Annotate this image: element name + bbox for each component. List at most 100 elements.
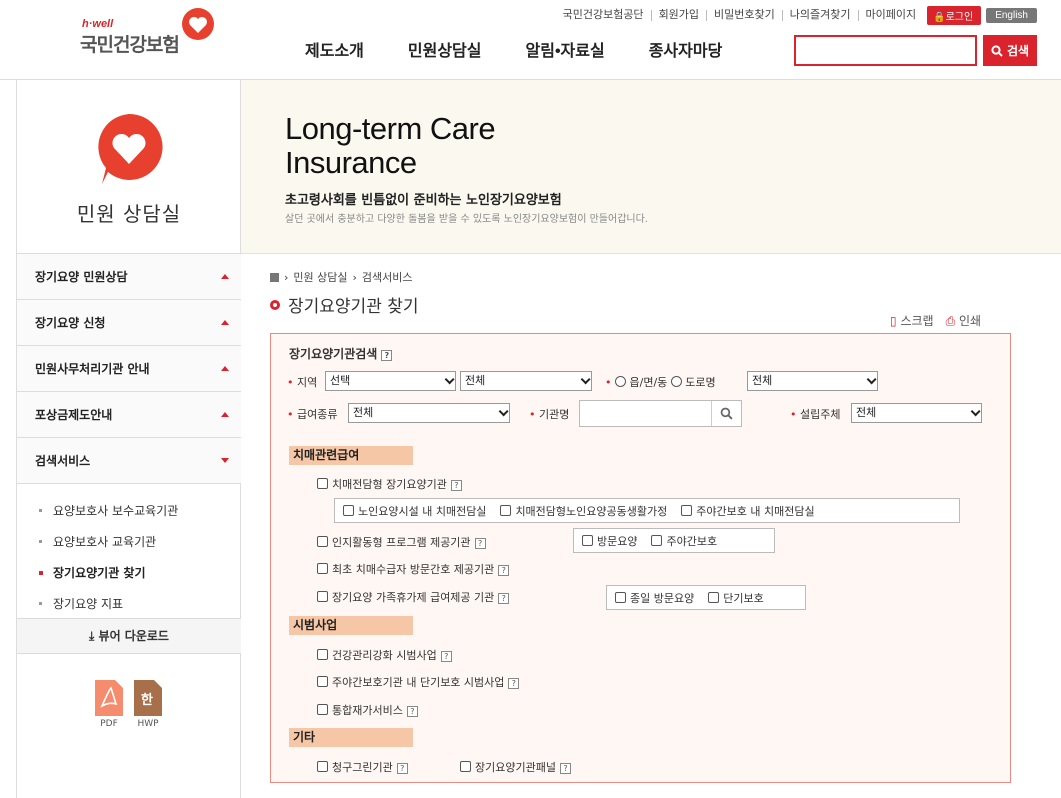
caret-up-icon (221, 412, 229, 417)
sidebar-item-reward[interactable]: 포상금제도안내 (17, 392, 241, 438)
checkbox[interactable] (343, 504, 354, 516)
sidebar-sub-caregiver-training[interactable]: 요양보호사 보수교육기관 (17, 502, 241, 519)
select-value: 전체 (856, 406, 877, 419)
check-short-pilot[interactable]: 주야간보호기관 내 단기보호 시범사업? (317, 674, 520, 690)
select-value: 전체 (353, 406, 374, 419)
help-icon[interactable]: ? (396, 763, 408, 774)
check-green[interactable]: 청구그린기관? (317, 759, 408, 775)
check-label: 종일 방문요양 (630, 591, 695, 605)
help-icon[interactable]: ? (406, 706, 418, 717)
help-icon[interactable]: ? (474, 538, 486, 549)
sidebar-item-ltc-apply[interactable]: 장기요양 신청 (17, 300, 241, 346)
breadcrumb: › 민원 상담실 › 검색서비스 (270, 269, 413, 285)
help-icon[interactable]: ? (450, 480, 462, 491)
help-icon[interactable]: ? (498, 565, 510, 576)
check-integrated[interactable]: 통합재가서비스? (317, 702, 418, 718)
checkbox[interactable] (582, 534, 593, 546)
pdf-viewer-link[interactable]: PDF (94, 680, 124, 729)
checkbox[interactable] (317, 591, 328, 602)
checkbox[interactable] (317, 649, 328, 660)
check-first-nursing[interactable]: 최초 치매수급자 방문간호 제공기관? (317, 561, 510, 577)
checkbox[interactable] (651, 534, 663, 546)
sidebar-sub-ltc-index[interactable]: 장기요양 지표 (17, 595, 241, 612)
check-short-term[interactable]: 단기보호 (708, 590, 764, 606)
pdf-icon (95, 680, 123, 716)
help-icon[interactable]: ? (440, 651, 452, 662)
help-icon[interactable]: ? (508, 678, 520, 689)
check-label: 장기요양 가족휴가제 급여제공 기관 (332, 591, 495, 604)
region-select-1[interactable]: 선택 (325, 371, 456, 391)
breadcrumb-item[interactable]: 민원 상담실 (293, 269, 347, 285)
sidebar-item-search-service[interactable]: 검색서비스 (17, 438, 241, 484)
chevron-down-icon (866, 374, 877, 385)
checkbox[interactable] (500, 504, 512, 516)
hwp-viewer-link[interactable]: 한 HWP (133, 680, 163, 729)
checkbox[interactable] (615, 591, 626, 603)
checkbox[interactable] (317, 704, 328, 715)
help-icon[interactable]: ? (381, 350, 393, 361)
checkbox[interactable] (708, 591, 720, 603)
nav-item-civil[interactable]: 민원상담실 (386, 37, 504, 61)
chevron-down-icon (444, 374, 455, 385)
radio-road[interactable] (670, 376, 682, 387)
util-link-favorites[interactable]: 나의즐겨찾기 (781, 10, 858, 21)
breadcrumb-item[interactable]: 검색서비스 (362, 269, 413, 285)
facility-name-label: • 기관명 (529, 408, 570, 421)
check-allday-care[interactable]: 종일 방문요양 (615, 590, 694, 606)
checkbox[interactable] (681, 504, 693, 516)
founder-select[interactable]: 전체 (851, 403, 982, 423)
help-icon[interactable]: ? (498, 593, 510, 604)
checkbox[interactable] (460, 761, 471, 772)
check-panel[interactable]: 장기요양기관패널? (460, 759, 571, 775)
logo[interactable]: h·well 국민건강보험 (80, 6, 220, 56)
search-button[interactable]: 검색 (983, 35, 1037, 66)
checkbox[interactable] (317, 676, 328, 687)
facility-name-input[interactable] (579, 400, 742, 427)
print-button[interactable]: ⎙ 인쇄 (946, 312, 982, 329)
radio-eupmyeondong[interactable] (615, 376, 626, 387)
check-health-pilot[interactable]: 건강관리강화 시범사업? (317, 647, 452, 663)
check-home-care[interactable]: 방문요양 (582, 533, 637, 549)
checkbox[interactable] (317, 478, 328, 489)
check-group-home[interactable]: 치매전담형노인요양공동생활가정 (500, 503, 667, 519)
home-icon[interactable] (270, 272, 279, 282)
sidebar-title: 민원 상담실 (76, 202, 182, 226)
sidebar-sub-find-facility[interactable]: 장기요양기관 찾기 (17, 564, 241, 581)
check-nursing-dementia[interactable]: 노인요양시설 내 치매전담실 (343, 503, 486, 519)
viewer-download-button[interactable]: ⤓ 뷰어 다운로드 (17, 618, 241, 654)
region-select-2[interactable]: 전체 (460, 371, 592, 391)
sidebar-item-ltc-consult[interactable]: 장기요양 민원상담 (17, 254, 241, 300)
check-dementia-facility[interactable]: 치매전담형 장기요양기관? (317, 476, 462, 492)
breadcrumb-sep-icon: › (352, 270, 357, 284)
sidebar-item-civil-agency[interactable]: 민원사무처리기관 안내 (17, 346, 241, 392)
util-link-password[interactable]: 비밀번호찾기 (706, 10, 782, 21)
check-family-vacation[interactable]: 장기요양 가족휴가제 급여제공 기관? (317, 589, 510, 605)
checkbox[interactable] (317, 536, 328, 547)
nav-item-system[interactable]: 제도소개 (283, 37, 386, 61)
heading-text: 장기요양기관검색 (289, 347, 378, 361)
road-select[interactable]: 전체 (747, 371, 878, 391)
banner-subtitle: 초고령사회를 빈틈없이 준비하는 노인장기요양보험 (285, 193, 562, 208)
util-link-nhis[interactable]: 국민건강보험공단 (556, 10, 651, 21)
util-link-mypage[interactable]: 마이페이지 (857, 10, 924, 21)
check-daycare[interactable]: 주야간보호 (651, 533, 717, 549)
help-icon[interactable]: ? (559, 763, 571, 774)
benefit-select[interactable]: 전체 (348, 403, 510, 423)
select-value: 선택 (330, 374, 351, 387)
util-link-join[interactable]: 회원가입 (650, 10, 706, 21)
scrap-button[interactable]: ▯ 스크랩 (890, 312, 934, 329)
check-cognitive-program[interactable]: 인지활동형 프로그램 제공기관? (317, 534, 486, 550)
facility-search-button[interactable] (711, 401, 741, 426)
nav-item-news[interactable]: 알림•자료실 (504, 37, 627, 61)
checkbox[interactable] (317, 563, 328, 574)
section-dementia: 치매관련급여 (289, 446, 413, 465)
login-button[interactable]: 🔒로그인 (927, 6, 982, 25)
dementia-subgroup: 노인요양시설 내 치매전담실 치매전담형노인요양공동생활가정 주야간보호 내 치… (334, 498, 960, 523)
search-input[interactable] (794, 35, 977, 66)
english-button[interactable]: English (986, 8, 1037, 23)
sidebar-sub-caregiver-edu[interactable]: 요양보호사 교육기관 (17, 533, 241, 550)
checkbox[interactable] (317, 761, 328, 772)
hwp-glyph: 한 (141, 692, 153, 708)
check-daycare-dementia[interactable]: 주야간보호 내 치매전담실 (681, 503, 815, 519)
nav-item-workers[interactable]: 종사자마당 (627, 37, 745, 61)
